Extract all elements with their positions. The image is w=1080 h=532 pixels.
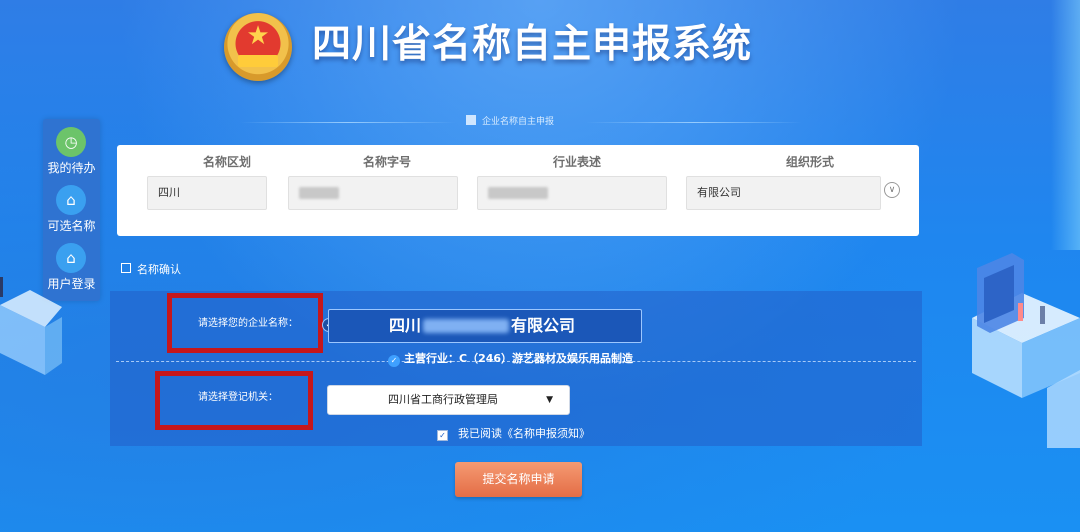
column-header-region: 名称区划 (202, 155, 251, 169)
blurred-value (299, 187, 339, 199)
confirm-heading-text: 名称确认 (137, 263, 181, 276)
agree-text[interactable]: 我已阅读《名称申报须知》 (458, 427, 590, 440)
authority-value: 四川省工商行政管理局 (388, 393, 498, 406)
authority-label: 请选择登记机关： (198, 392, 278, 403)
org-form-input[interactable]: 有限公司 (686, 176, 881, 210)
industry-input[interactable] (477, 176, 667, 210)
authority-select[interactable]: 四川省工商行政管理局 ▼ (327, 385, 570, 415)
column-header-industry: 行业表述 (552, 155, 601, 169)
company-name-prefix: 四川 (389, 316, 422, 335)
edge-decoration (1051, 0, 1080, 250)
nav-item-label: 我的待办 (47, 161, 96, 175)
company-name-select[interactable]: 四川 有限公司 (328, 309, 642, 343)
region-input[interactable]: 四川 (147, 176, 267, 210)
blurred-value (488, 187, 548, 199)
isometric-decoration-left (0, 277, 62, 375)
national-emblem-icon: ★ (224, 13, 292, 81)
industry-info: ✓ 主营行业：C（246）游艺器材及娱乐用品制造 (388, 351, 633, 367)
agree-checkbox[interactable]: ✓ (437, 430, 448, 441)
section-divider-right (586, 122, 802, 123)
section-title: 企业名称自主申报 (466, 115, 554, 129)
check-circle-icon: ✓ (388, 355, 400, 367)
company-name-suffix: 有限公司 (511, 316, 576, 335)
industry-text: 主营行业：C（246）游艺器材及娱乐用品制造 (404, 352, 634, 365)
section-divider-left (240, 122, 456, 123)
home-icon: ⌂ (56, 185, 86, 215)
nav-item-label: 可选名称 (47, 219, 96, 233)
company-name-label: 请选择您的企业名称： (198, 318, 298, 329)
chevron-down-circle-icon[interactable]: ∨ (884, 182, 900, 198)
caret-down-icon: ▼ (546, 395, 553, 405)
isometric-decoration-right (972, 253, 1080, 448)
submit-button[interactable]: 提交名称申请 (455, 462, 582, 497)
building-icon (466, 115, 476, 125)
page-title: 四川省名称自主申报系统 (312, 22, 753, 67)
blurred-value (423, 319, 510, 333)
nav-item-my-todo[interactable]: ◷ 我的待办 (43, 119, 100, 177)
nav-item-optional-names[interactable]: ⌂ 可选名称 (43, 177, 100, 235)
column-header-trade-name: 名称字号 (362, 155, 411, 169)
trade-name-input[interactable] (288, 176, 458, 210)
clock-icon: ◷ (56, 127, 86, 157)
confirm-heading: 名称确认 (121, 262, 181, 278)
agree-row: ✓ 我已阅读《名称申报须知》 (437, 427, 590, 441)
name-fields-panel: 名称区划 名称字号 行业表述 组织形式 四川 有限公司 ∨ (117, 145, 919, 236)
square-icon (121, 263, 131, 273)
column-header-org-form: 组织形式 (785, 155, 834, 169)
section-title-text: 企业名称自主申报 (482, 117, 555, 127)
